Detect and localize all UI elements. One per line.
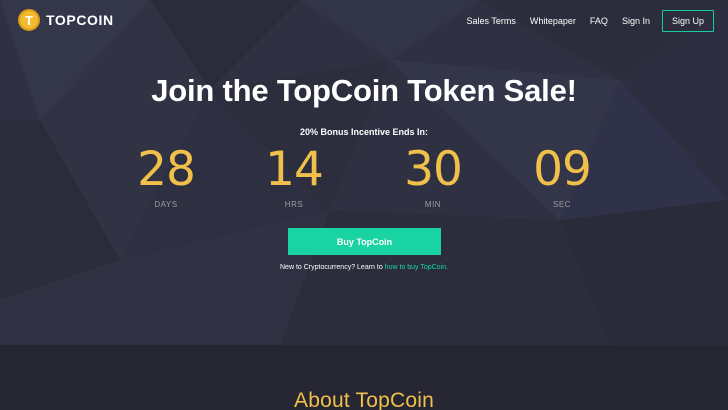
brand-name: TOPCOIN <box>46 12 114 28</box>
countdown-days-value: 28 <box>137 142 196 197</box>
countdown-seconds-value: 09 <box>533 142 592 197</box>
countdown-seconds: 09 SEC <box>522 142 602 209</box>
sign-up-button[interactable]: Sign Up <box>661 10 714 32</box>
countdown-days: 28 DAYS <box>126 142 206 209</box>
countdown-minutes-label: MIN <box>424 200 442 209</box>
brand-logo[interactable]: T TOPCOIN <box>18 9 114 31</box>
topcoin-logo-icon: T <box>18 9 40 31</box>
nav-links: Sales Terms Whitepaper FAQ Sign In Sign … <box>453 10 714 32</box>
hero-section: T TOPCOIN Sales Terms Whitepaper FAQ Sig… <box>0 0 728 345</box>
countdown-minutes-value: 30 <box>404 142 463 197</box>
top-nav: T TOPCOIN Sales Terms Whitepaper FAQ Sig… <box>0 0 728 40</box>
polygon-background <box>0 0 728 345</box>
buy-topcoin-button[interactable]: Buy TopCoin <box>288 228 441 255</box>
countdown-hours-value: 14 <box>265 142 324 197</box>
how-to-buy-link[interactable]: how to buy TopCoin. <box>385 264 448 271</box>
about-section: About TopCoin <box>0 345 728 410</box>
nav-link-sales-terms[interactable]: Sales Terms <box>467 16 516 26</box>
countdown-hours-label: HRS <box>284 200 304 209</box>
learn-prefix: New to Cryptocurrency? Learn to <box>280 264 385 271</box>
learn-text: New to Cryptocurrency? Learn to how to b… <box>0 264 728 271</box>
nav-link-whitepaper[interactable]: Whitepaper <box>530 16 576 26</box>
countdown-hours: 14 HRS <box>254 142 334 209</box>
nav-link-sign-in[interactable]: Sign In <box>622 16 650 26</box>
nav-link-faq[interactable]: FAQ <box>590 16 608 26</box>
about-title: About TopCoin <box>294 389 434 410</box>
bonus-text: 20% Bonus Incentive Ends In: <box>299 127 429 137</box>
countdown-minutes: 30 MIN <box>393 142 473 209</box>
countdown-days-label: DAYS <box>154 200 178 209</box>
countdown-seconds-label: SEC <box>553 200 571 209</box>
page-title: Join the TopCoin Token Sale! <box>151 73 577 108</box>
